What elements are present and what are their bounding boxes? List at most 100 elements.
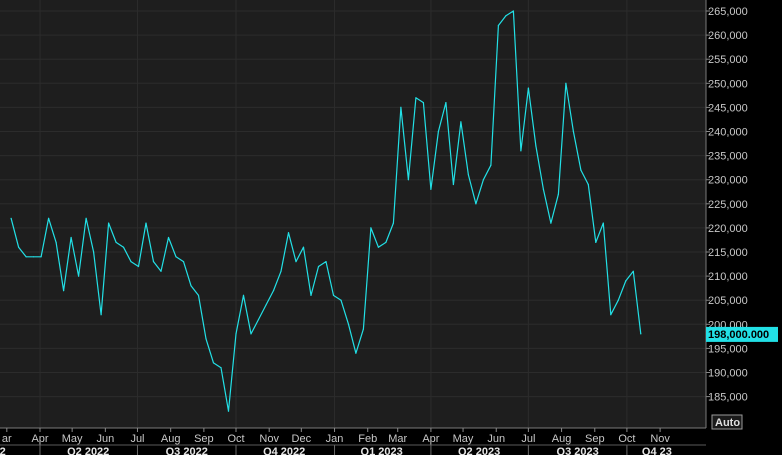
- auto-button[interactable]: Auto: [711, 414, 743, 430]
- y-tick-label: 245,000: [708, 102, 748, 114]
- data-point: [220, 367, 222, 369]
- x-month-label: Jul: [521, 433, 535, 445]
- data-point: [257, 318, 260, 321]
- data-point: [265, 304, 267, 306]
- y-tick-label: 210,000: [708, 271, 748, 283]
- data-point: [587, 183, 589, 186]
- y-tick-label: 230,000: [708, 175, 748, 187]
- x-month-label: Jun: [96, 433, 114, 445]
- data-point: [160, 270, 162, 272]
- x-month-label: Feb: [358, 433, 377, 445]
- x-month-label: Oct: [618, 433, 635, 445]
- data-point: [490, 164, 492, 166]
- data-point: [63, 290, 65, 292]
- data-point: [557, 193, 560, 195]
- data-point: [108, 222, 110, 224]
- data-point: [227, 410, 230, 412]
- data-point: [400, 106, 402, 108]
- data-point: [280, 270, 282, 272]
- data-point: [550, 222, 552, 224]
- data-point: [340, 299, 342, 301]
- data-point: [152, 261, 155, 263]
- data-point: [520, 150, 522, 152]
- y-tick-label: 250,000: [708, 78, 748, 90]
- y-tick-label: 240,000: [708, 127, 748, 139]
- data-point: [452, 183, 454, 186]
- data-point: [445, 102, 447, 104]
- data-point: [482, 179, 484, 181]
- line-chart-svg: 265,000 260,000 255,000 250,000 245,000 240,0…: [0, 0, 778, 455]
- data-point: [287, 232, 290, 234]
- data-point: [18, 246, 20, 248]
- x-quarter-label: Q4 2022: [263, 446, 305, 455]
- data-point: [467, 174, 469, 176]
- data-point: [415, 97, 417, 99]
- x-quarter-label: Q2 2022: [67, 446, 109, 455]
- y-tick-label: 235,000: [708, 151, 748, 163]
- data-point: [347, 323, 350, 325]
- data-point: [460, 121, 462, 123]
- data-point: [385, 241, 387, 243]
- data-point: [505, 15, 507, 17]
- data-point: [512, 10, 515, 12]
- data-point: [332, 294, 335, 296]
- data-point: [362, 328, 364, 330]
- x-quarter-label: Q3 2022: [166, 446, 208, 455]
- y-tick-label: 265,000: [708, 6, 748, 18]
- data-point: [527, 87, 530, 89]
- data-point: [430, 188, 432, 190]
- y-tick-label: 190,000: [708, 368, 748, 380]
- data-point: [235, 333, 237, 335]
- x-month-label: May: [453, 433, 474, 445]
- x-month-label: Aug: [161, 433, 181, 445]
- x-axis: ar Apr May Jun Jul Aug Sep Oct Nov Dec Jan Feb Mar Ap…: [0, 427, 706, 455]
- y-tick-label: 225,000: [708, 199, 748, 211]
- x-month-label: Nov: [650, 433, 670, 445]
- data-point: [85, 217, 87, 219]
- data-point: [302, 246, 305, 248]
- data-point: [625, 280, 627, 282]
- y-tick-label: 260,000: [708, 30, 748, 42]
- data-point: [130, 261, 132, 263]
- data-point: [572, 130, 575, 133]
- data-point: [497, 24, 499, 27]
- x-month-label: Apr: [31, 433, 48, 445]
- last-value-label: 198,000.000: [708, 329, 769, 341]
- data-point: [93, 251, 95, 253]
- data-point: [115, 241, 117, 243]
- data-point: [145, 222, 147, 224]
- data-point: [475, 203, 477, 205]
- x-month-label: May: [62, 433, 83, 445]
- data-point: [602, 222, 604, 224]
- data-point: [182, 261, 185, 263]
- data-point: [33, 256, 35, 258]
- data-point: [70, 236, 72, 239]
- data-point: [197, 294, 200, 296]
- data-point: [407, 179, 409, 181]
- x-month-label: Sep: [194, 433, 214, 445]
- x-month-label: Aug: [552, 433, 572, 445]
- data-point: [78, 275, 80, 277]
- data-point: [355, 352, 357, 354]
- data-point: [610, 314, 612, 316]
- data-point: [100, 314, 102, 316]
- data-point: [295, 261, 297, 263]
- y-tick-label: 255,000: [708, 54, 748, 66]
- x-month-label: Nov: [259, 433, 279, 445]
- last-value-tag: 198,000.000: [706, 326, 778, 342]
- data-point: [175, 256, 177, 258]
- auto-button-label[interactable]: Auto: [715, 417, 740, 429]
- y-tick-label: 195,000: [708, 343, 748, 355]
- x-month-label: Jul: [130, 433, 144, 445]
- data-point: [370, 227, 372, 229]
- plot-area: [0, 0, 706, 428]
- x-month-label: Mar: [388, 433, 407, 445]
- data-point: [640, 333, 642, 335]
- data-point: [205, 338, 207, 340]
- data-point: [167, 236, 170, 239]
- y-tick-label: 185,000: [708, 392, 748, 404]
- data-point: [437, 130, 439, 133]
- data-point: [48, 217, 50, 219]
- data-point: [137, 265, 140, 268]
- x-month-label: Jun: [487, 433, 505, 445]
